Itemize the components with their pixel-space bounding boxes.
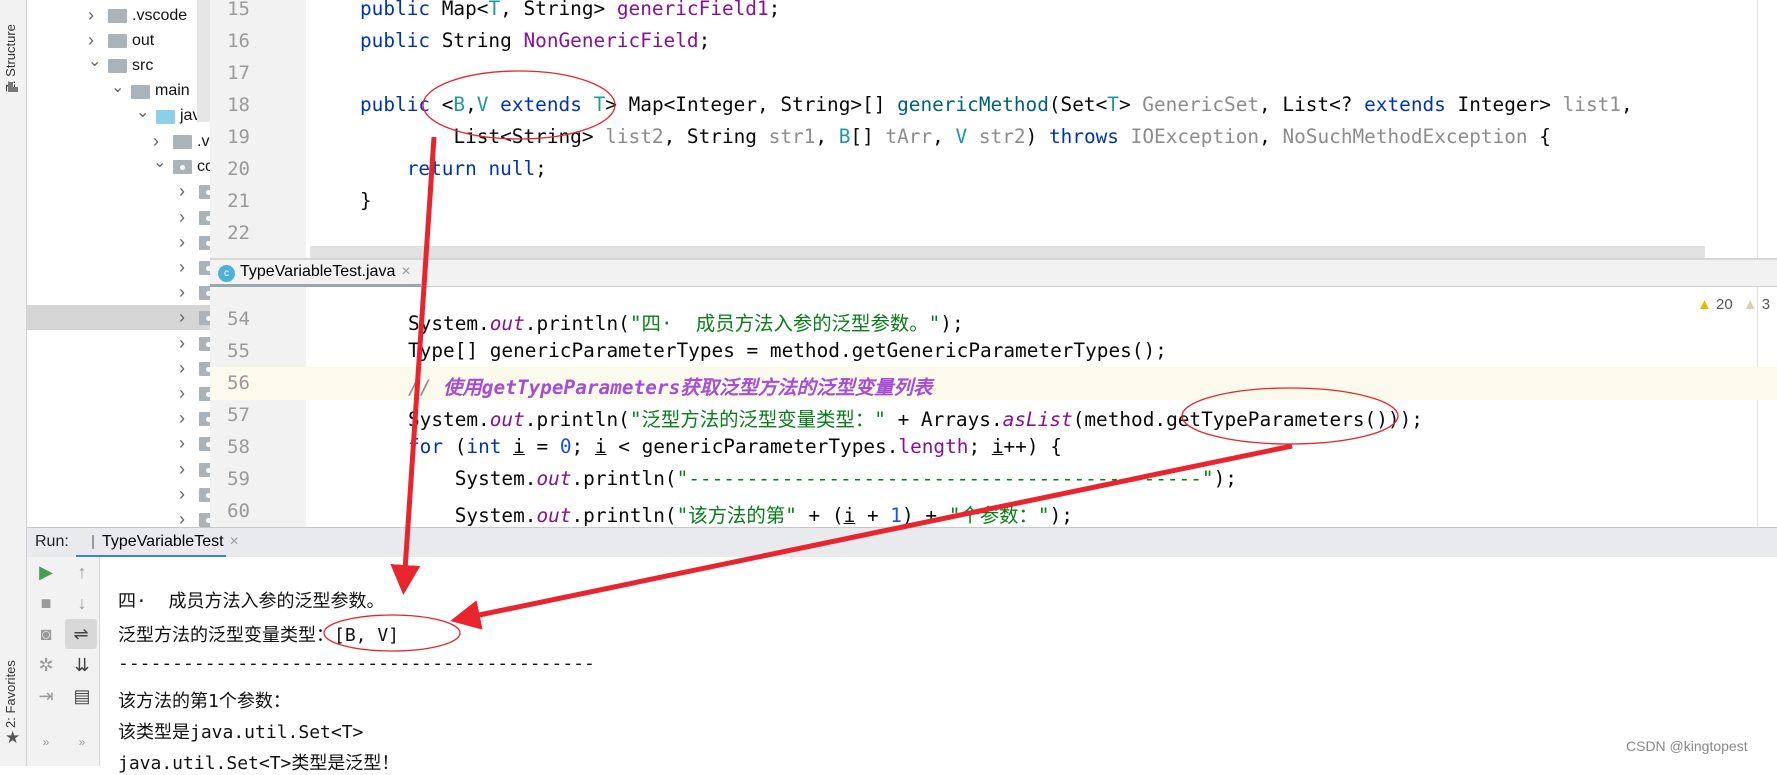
- annotation-ellipse-type-params: [422, 70, 616, 140]
- annotation-arrow-2: [450, 443, 1293, 630]
- annotation-layer: [323, 70, 1399, 652]
- annotation-ellipse-output: [323, 614, 461, 652]
- annotation-ellipse-get-type-parameters: [1181, 387, 1399, 445]
- annotation-arrow-1: [390, 136, 437, 595]
